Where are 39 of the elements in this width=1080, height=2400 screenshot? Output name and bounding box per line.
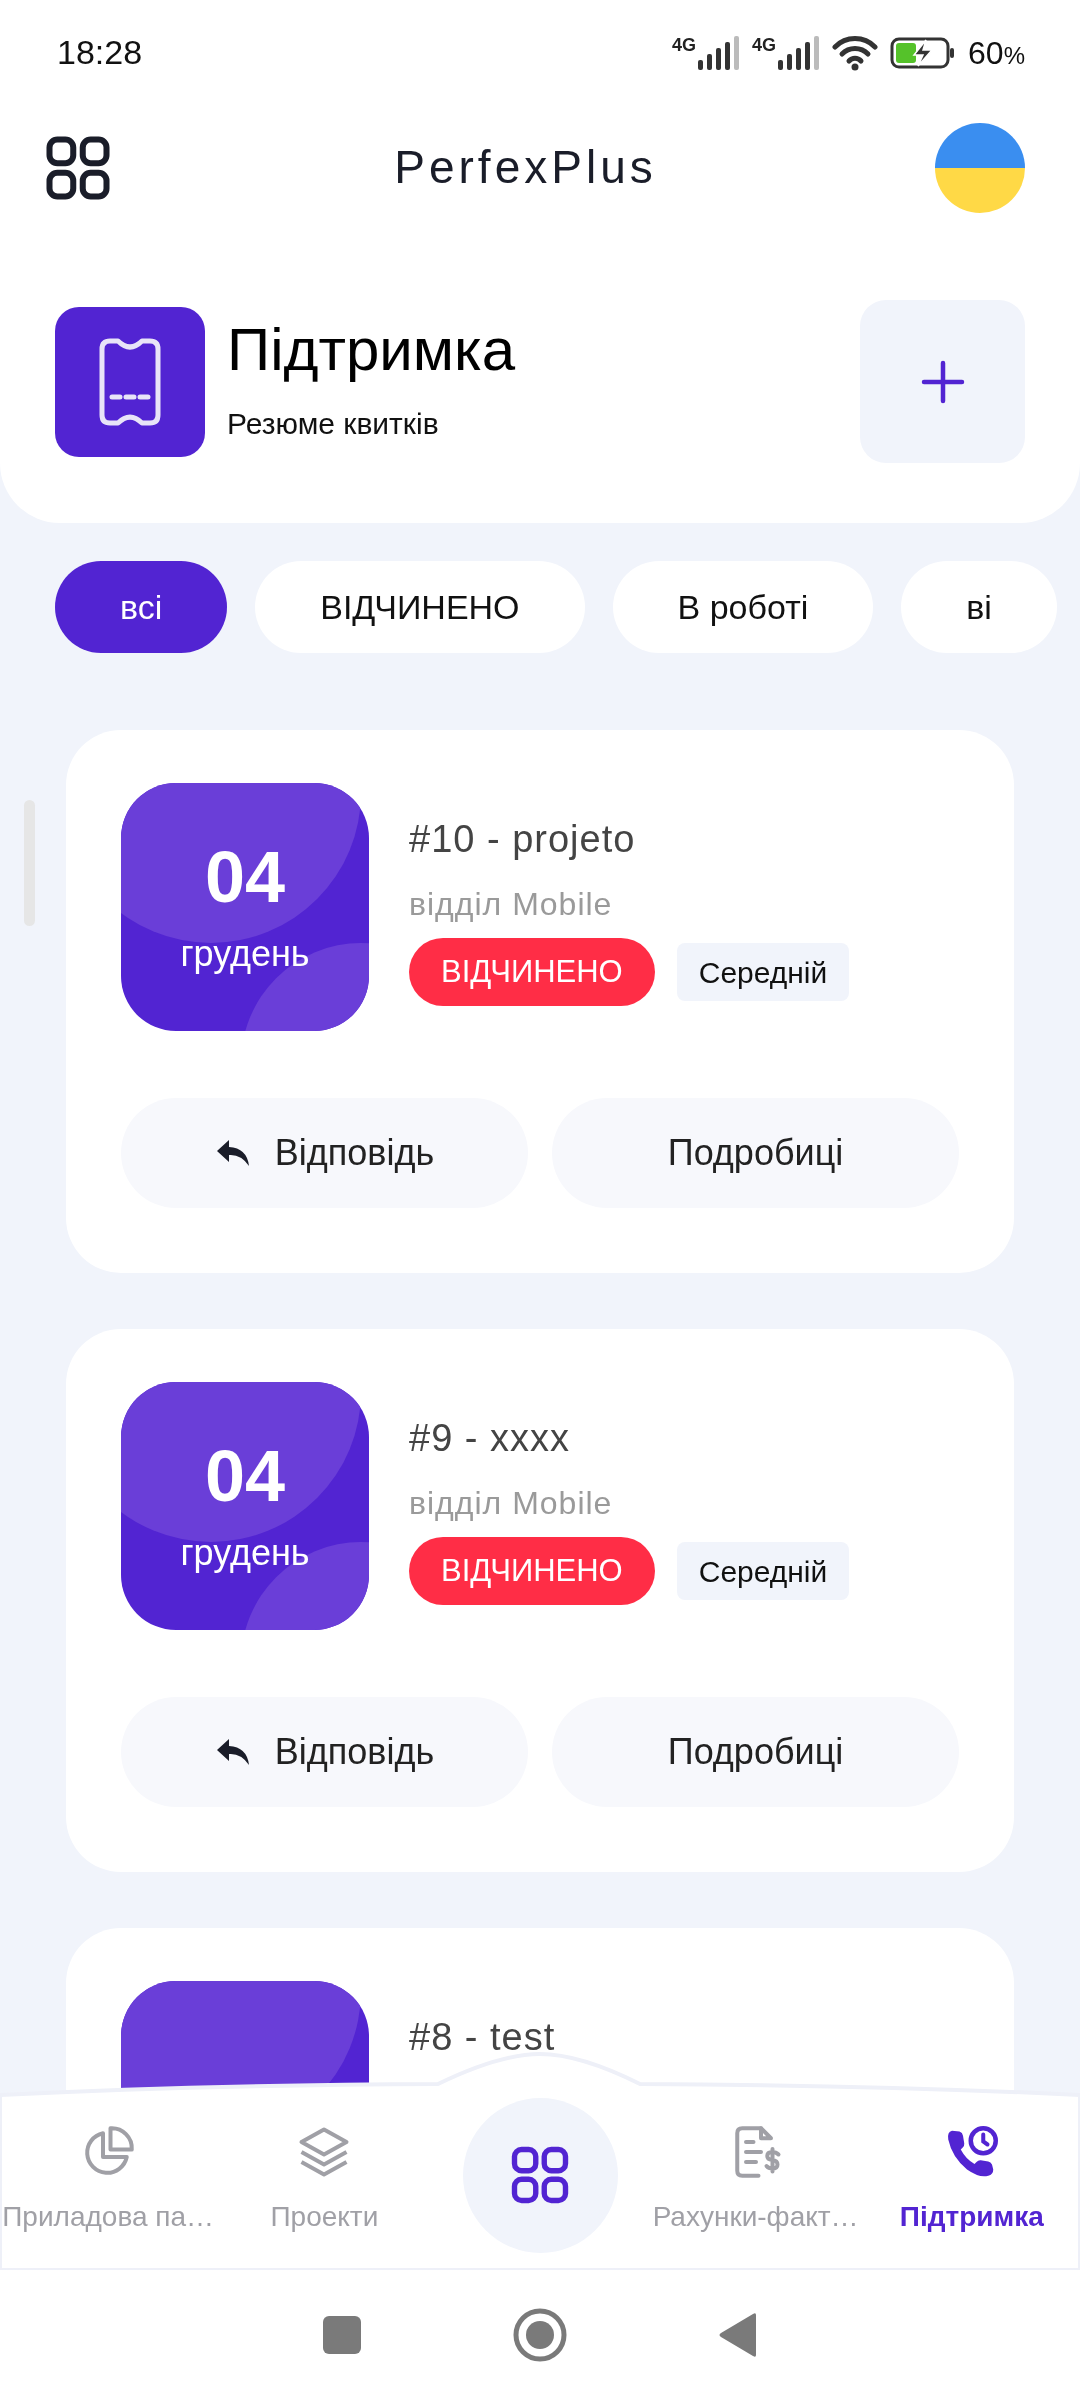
signal-icon xyxy=(776,35,821,70)
page-subtitle: Резюме квитків xyxy=(227,406,440,442)
details-button[interactable]: Подробиці xyxy=(552,1098,959,1208)
date-month: грудень xyxy=(180,1531,310,1575)
battery-level: 60% xyxy=(968,33,1025,73)
filter-chip[interactable]: ві xyxy=(901,561,1057,653)
home-nav-button[interactable] xyxy=(512,2307,568,2363)
status-badge: ВІДЧИНЕНО xyxy=(409,1537,655,1605)
flag-icon[interactable] xyxy=(935,122,1025,213)
recents-button[interactable] xyxy=(322,2315,362,2355)
date-day: 04 xyxy=(204,1440,286,1512)
details-button[interactable]: Подробиці xyxy=(552,1697,959,1807)
ticket-title: #9 - xxxx xyxy=(409,1416,572,1461)
status-time: 18:28 xyxy=(57,32,143,73)
priority-badge: Середній xyxy=(676,943,850,1001)
signal-icon xyxy=(696,35,741,70)
date-day: 04 xyxy=(204,841,286,913)
ticket-title: #8 - test xyxy=(409,2015,556,2060)
ticket-title: #10 - projeto xyxy=(409,817,637,862)
back-button[interactable] xyxy=(718,2312,758,2358)
reply-button[interactable]: Відповідь xyxy=(121,1098,528,1208)
status-badge: ВІДЧИНЕНО xyxy=(409,938,655,1006)
priority-badge: Середній xyxy=(676,1542,850,1600)
network-type: 4G xyxy=(672,35,697,54)
battery-charging-icon xyxy=(890,36,957,69)
network-type: 4G xyxy=(752,35,777,54)
filter-chip[interactable]: ВІДЧИНЕНО xyxy=(255,561,585,653)
reply-button[interactable]: Відповідь xyxy=(121,1697,528,1807)
plus-icon xyxy=(920,359,965,404)
ticket-department: відділ Mobile xyxy=(409,885,614,924)
page-title: Підтримка xyxy=(227,317,517,383)
filter-chip[interactable]: всі xyxy=(55,561,228,653)
date-month: грудень xyxy=(180,932,310,976)
wifi-icon xyxy=(832,34,879,71)
filter-chip[interactable]: В роботі xyxy=(612,561,874,653)
nav-tab[interactable]: Підтримка xyxy=(863,2122,1080,2238)
app-title: PerfexPlus xyxy=(394,140,657,195)
ticket-icon xyxy=(98,336,162,427)
ticket-department: відділ Mobile xyxy=(409,1484,614,1523)
